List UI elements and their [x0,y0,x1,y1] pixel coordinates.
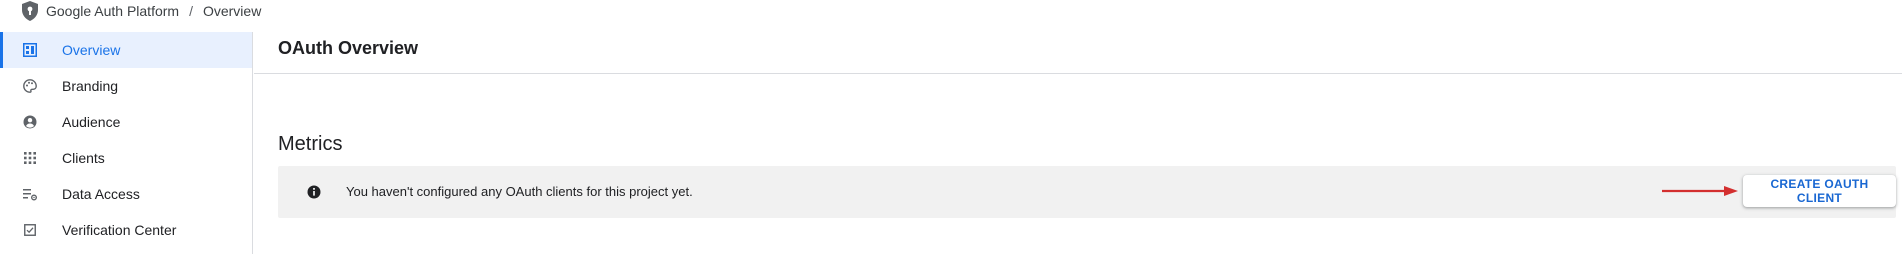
top-breadcrumb-bar: Google Auth Platform / Overview [0,0,1902,22]
breadcrumb-current: Overview [202,3,262,19]
sidebar-item-clients[interactable]: Clients [0,140,252,176]
breadcrumb-product[interactable]: Google Auth Platform [46,3,179,19]
page-header: OAuth Overview [254,22,1902,74]
no-clients-banner: You haven't configured any OAuth clients… [278,166,1896,218]
sidebar-item-data-access[interactable]: Data Access [0,176,252,212]
sidebar-item-label: Clients [62,150,105,166]
breadcrumb-separator: / [189,3,193,19]
create-oauth-client-button[interactable]: CREATE OAUTH CLIENT [1743,175,1896,207]
page-title: OAuth Overview [278,38,419,58]
sidebar-item-label: Branding [62,78,119,94]
sidebar-item-overview[interactable]: Overview [0,32,252,68]
banner-message: You haven't configured any OAuth clients… [346,184,693,199]
shield-keyhole-icon [20,1,40,21]
sidebar-item-label: Overview [62,42,121,58]
metrics-heading: Metrics [278,133,343,155]
sidebar-item-branding[interactable]: Branding [0,68,252,104]
sidebar-item-verification-center[interactable]: Verification Center [0,212,252,248]
sidebar-item-label: Data Access [62,186,140,202]
verification-checkbox-icon [22,222,38,238]
sidebar-nav: Overview Branding Audience Clients Data … [0,32,253,254]
sidebar-item-audience[interactable]: Audience [0,104,252,140]
red-arrow-annotation [1662,186,1738,196]
dashboard-icon [22,42,38,58]
sidebar-item-label: Verification Center [62,222,177,238]
palette-icon [22,78,38,94]
apps-grid-icon [22,150,38,166]
sidebar-item-label: Audience [62,114,121,130]
account-circle-icon [22,114,38,130]
main-content: OAuth Overview Metrics You haven't confi… [254,22,1902,254]
info-icon [306,184,322,200]
list-settings-icon [22,186,38,202]
